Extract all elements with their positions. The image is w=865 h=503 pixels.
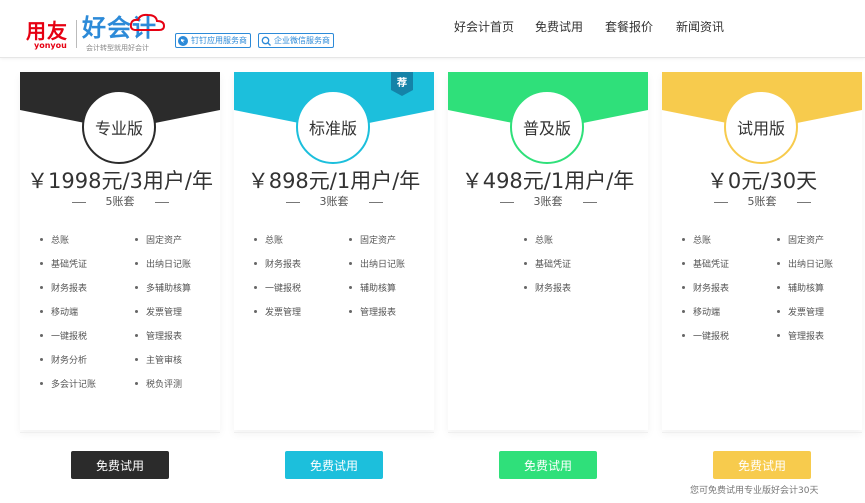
plan-name-badge: 专业版 — [82, 90, 156, 164]
feature-item: 财务报表 — [524, 283, 571, 295]
trial-note: 您可免费试用专业版好会计30天 — [690, 486, 819, 496]
feature-item: 固定资产 — [349, 235, 396, 247]
plan-price: ￥1998元/3用户/年 — [27, 169, 213, 193]
feature-item: 财务报表 — [682, 283, 729, 295]
plan-sets: 3账套 — [234, 195, 434, 209]
feature-item: 主管审核 — [135, 355, 182, 367]
feature-item: 总账 — [254, 235, 283, 247]
plan-card-basic: 普及版 ￥498元/1用户/年 3账套 总账 基础凭证 财务报表 免费试用 — [448, 72, 648, 503]
plan-price: ￥898元/1用户/年 — [247, 169, 421, 193]
dingtalk-service-button[interactable]: 钉钉应用服务商 — [175, 33, 251, 48]
recommended-label: 荐 — [397, 78, 407, 89]
feature-item: 多会计记账 — [40, 379, 96, 391]
feature-item: 一键报税 — [682, 331, 729, 343]
divider — [662, 432, 862, 433]
nav-pricing[interactable]: 套餐报价 — [605, 19, 653, 35]
wecom-service-label: 企业微信服务商 — [274, 36, 330, 45]
plan-sets-label: 3账套 — [319, 195, 349, 208]
feature-item: 一键报税 — [40, 331, 87, 343]
feature-item: 出纳日记账 — [777, 259, 833, 271]
divider — [20, 432, 220, 433]
cloud-icon — [129, 13, 166, 31]
yonyou-logo[interactable]: 用友 — [26, 20, 68, 42]
dingtalk-service-label: 钉钉应用服务商 — [191, 36, 247, 45]
feature-item: 财务分析 — [40, 355, 87, 367]
yonyou-logo-en: yonyou — [34, 41, 67, 50]
nav-news[interactable]: 新闻资讯 — [676, 19, 724, 35]
logo-tagline: 会计转型就用好会计 — [86, 44, 149, 52]
feature-item: 管理报表 — [777, 331, 824, 343]
feature-item: 固定资产 — [135, 235, 182, 247]
recommended-badge: 荐 — [391, 72, 413, 96]
feature-item: 辅助核算 — [777, 283, 824, 295]
plan-sets-label: 3账套 — [533, 195, 563, 208]
site-header: 用友 yonyou 好会计 会计转型就用好会计 钉钉应用服务商 企业微信服务商 … — [0, 0, 865, 58]
feature-item: 出纳日记账 — [135, 259, 191, 271]
free-trial-button[interactable]: 免费试用 — [71, 451, 169, 479]
nav-home[interactable]: 好会计首页 — [454, 19, 514, 35]
plan-price: ￥0元/30天 — [706, 169, 818, 193]
feature-item: 发票管理 — [135, 307, 182, 319]
wecom-service-button[interactable]: 企业微信服务商 — [258, 33, 334, 48]
feature-item: 管理报表 — [349, 307, 396, 319]
plan-sets-label: 5账套 — [105, 195, 135, 208]
plan-name-badge: 试用版 — [724, 90, 798, 164]
feature-item: 发票管理 — [777, 307, 824, 319]
nav-free-trial[interactable]: 免费试用 — [535, 19, 583, 35]
plan-card-professional: 专业版 ￥1998元/3用户/年 5账套 总账 基础凭证 财务报表 移动端 一键… — [20, 72, 220, 503]
feature-item: 管理报表 — [135, 331, 182, 343]
feature-item: 固定资产 — [777, 235, 824, 247]
plan-sets-label: 5账套 — [747, 195, 777, 208]
plan-name-badge: 普及版 — [510, 90, 584, 164]
plan-sets: 5账套 — [662, 195, 862, 209]
logo-divider — [76, 20, 77, 48]
feature-item: 移动端 — [40, 307, 78, 319]
feature-item: 基础凭证 — [682, 259, 729, 271]
divider — [234, 432, 434, 433]
feature-item: 基础凭证 — [40, 259, 87, 271]
wecom-icon — [261, 36, 271, 46]
divider — [448, 432, 648, 433]
plan-card-trial: 试用版 ￥0元/30天 5账套 总账 基础凭证 财务报表 移动端 一键报税 固定… — [662, 72, 862, 503]
feature-item: 总账 — [682, 235, 711, 247]
feature-item: 辅助核算 — [349, 283, 396, 295]
feature-item: 出纳日记账 — [349, 259, 405, 271]
plan-price: ￥498元/1用户/年 — [461, 169, 635, 193]
free-trial-button[interactable]: 免费试用 — [713, 451, 811, 479]
plan-sets: 5账套 — [20, 195, 220, 209]
dingtalk-icon — [178, 35, 188, 46]
plan-sets: 3账套 — [448, 195, 648, 209]
free-trial-button[interactable]: 免费试用 — [285, 451, 383, 479]
feature-item: 税负评测 — [135, 379, 182, 391]
feature-item: 发票管理 — [254, 307, 301, 319]
feature-item: 财务报表 — [40, 283, 87, 295]
feature-item: 总账 — [524, 235, 553, 247]
feature-item: 基础凭证 — [524, 259, 571, 271]
plan-name-badge: 标准版 — [296, 90, 370, 164]
feature-item: 总账 — [40, 235, 69, 247]
feature-item: 财务报表 — [254, 259, 301, 271]
feature-item: 多辅助核算 — [135, 283, 191, 295]
plan-card-standard: 荐 标准版 ￥898元/1用户/年 3账套 总账 财务报表 一键报税 发票管理 … — [234, 72, 434, 503]
feature-item: 一键报税 — [254, 283, 301, 295]
feature-item: 移动端 — [682, 307, 720, 319]
free-trial-button[interactable]: 免费试用 — [499, 451, 597, 479]
